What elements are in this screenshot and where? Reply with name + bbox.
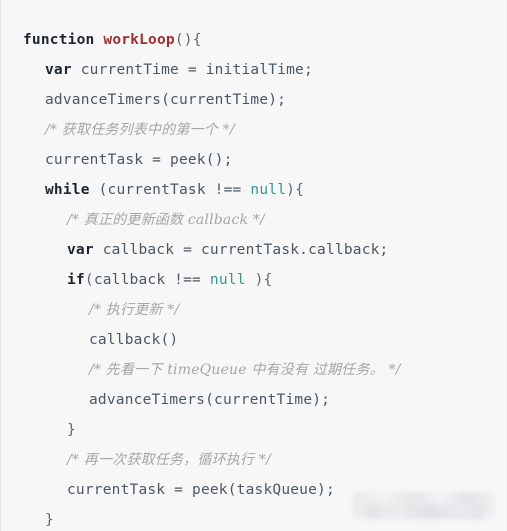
code-line: /* 先看一下 timeQueue 中有没有 过期任务。 */ xyxy=(1,355,506,385)
code-line: /* 获取任务列表中的第一个 */ xyxy=(1,115,506,145)
code-token-punct: (){ xyxy=(174,32,202,48)
code-token-plain: advanceTimers(currentTime); xyxy=(89,392,331,408)
code-token-constant: null xyxy=(209,272,246,288)
code-line: var callback = currentTask.callback; xyxy=(1,235,506,265)
code-line: currentTask = peek(); xyxy=(1,145,506,175)
code-token-comment: /* 先看一下 timeQueue 中有没有 过期任务。 */ xyxy=(89,362,401,378)
code-line: /* 再一次获取任务，循环执行 */ xyxy=(1,445,506,475)
code-token-keyword: var xyxy=(67,242,94,258)
code-line: /* 真正的更新函数 callback */ xyxy=(1,205,506,235)
code-token-keyword: if xyxy=(67,272,85,288)
code-line: function workLoop(){ xyxy=(1,25,506,55)
code-token-comment: /* 再一次获取任务，循环执行 */ xyxy=(67,452,271,468)
code-block[interactable]: function workLoop(){var currentTime = in… xyxy=(1,13,506,531)
code-token-comment: /* 获取任务列表中的第一个 */ xyxy=(45,122,235,138)
code-token-punct: } xyxy=(45,512,54,528)
code-snippet-screenshot: function workLoop(){var currentTime = in… xyxy=(0,0,507,531)
code-token-plain: currentTime = initialTime; xyxy=(71,62,313,78)
code-token-plain: currentTask = peek(taskQueue); xyxy=(67,482,335,498)
code-token-plain: callback() xyxy=(89,332,179,348)
code-line: if(callback !== null ){ xyxy=(1,265,506,295)
code-line: /* 执行更新 */ xyxy=(1,295,506,325)
code-token-constant: null xyxy=(250,182,287,198)
code-token-plain: callback = currentTask.callback; xyxy=(93,242,389,258)
code-token-comment: /* 真正的更新函数 callback */ xyxy=(67,212,265,228)
code-line: } xyxy=(1,415,506,445)
code-token-keyword: function xyxy=(23,32,95,48)
code-token-plain: callback !== xyxy=(93,272,210,288)
code-token-keyword: var xyxy=(45,62,72,78)
code-token-punct: ( xyxy=(84,272,94,288)
code-token-punct: ){ xyxy=(286,182,305,198)
code-token-function: workLoop xyxy=(103,32,175,48)
code-token-comment: /* 执行更新 */ xyxy=(89,302,180,318)
code-token-plain: currentTask = peek(); xyxy=(45,152,233,168)
code-token-plain: (currentTask !== xyxy=(89,182,251,198)
code-line: var currentTime = initialTime; xyxy=(1,55,506,85)
code-line: advanceTimers(currentTime); xyxy=(1,385,506,415)
code-token-punct: } xyxy=(67,422,76,438)
code-line: advanceTimers(currentTime); xyxy=(1,85,506,115)
code-token-keyword: while xyxy=(45,182,90,198)
code-line: callback() xyxy=(1,325,506,355)
code-line: while (currentTask !== null){ xyxy=(1,175,506,205)
blurred-watermark-secondary xyxy=(366,505,484,519)
code-token-punct: ){ xyxy=(245,272,273,288)
code-token-plain: advanceTimers(currentTime); xyxy=(45,92,287,108)
